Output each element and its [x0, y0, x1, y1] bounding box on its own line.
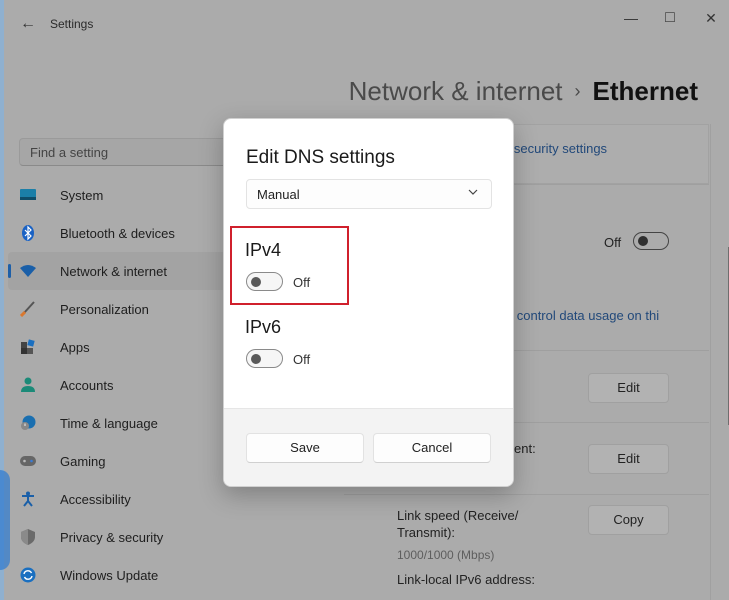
- maximize-icon[interactable]: □: [655, 6, 685, 30]
- ipv4-highlight-box: [230, 226, 349, 305]
- sidebar-item-label: Network & internet: [60, 263, 167, 279]
- gamepad-icon: [20, 453, 36, 469]
- sidebar-item-label: Accounts: [60, 377, 114, 393]
- sidebar-item-label: Bluetooth & devices: [60, 225, 175, 241]
- metered-toggle-label: Off: [604, 235, 622, 250]
- accessibility-icon: [20, 491, 36, 507]
- dialog-title: Edit DNS settings: [246, 147, 395, 168]
- metered-connection-toggle[interactable]: [633, 232, 669, 250]
- content-divider: [710, 124, 711, 600]
- sidebar-item-personalization[interactable]: Personalization: [8, 290, 228, 328]
- sidebar-item-label: Apps: [60, 339, 90, 355]
- brush-icon: [20, 301, 36, 317]
- dialog-footer: Save Cancel: [224, 408, 513, 486]
- update-icon: [20, 567, 36, 583]
- ipv4-toggle[interactable]: [246, 272, 283, 291]
- system-icon: [20, 187, 36, 203]
- sidebar-item-label: Accessibility: [60, 491, 131, 507]
- edit-dns-dialog: Edit DNS settings Manual IPv4 Off IPv6 O…: [223, 118, 514, 487]
- dns-assignment-edit-button[interactable]: Edit: [588, 444, 669, 474]
- security-settings-link[interactable]: d security settings: [503, 141, 607, 156]
- sidebar-item-label: Gaming: [60, 453, 106, 469]
- sidebar-item-gaming[interactable]: Gaming: [8, 442, 228, 480]
- link-speed-label-2: Transmit):: [397, 525, 456, 540]
- breadcrumb: Network & internet › Ethernet: [349, 76, 698, 107]
- link-speed-value: 1000/1000 (Mbps): [397, 548, 495, 562]
- sidebar-item-windows-update[interactable]: Windows Update: [8, 556, 228, 594]
- globe-clock-icon: [20, 415, 36, 431]
- ipv6-label: IPv6: [245, 317, 282, 337]
- sidebar-item-accessibility[interactable]: Accessibility: [8, 480, 228, 518]
- chevron-right-icon: ›: [574, 81, 581, 101]
- sidebar-item-time-language[interactable]: Time & language: [8, 404, 228, 442]
- sidebar-item-apps[interactable]: Apps: [8, 328, 228, 366]
- save-button[interactable]: Save: [246, 433, 364, 463]
- ipv6-toggle-state: Off: [293, 352, 311, 367]
- app-title: Settings: [50, 17, 94, 31]
- sidebar-item-label: Windows Update: [60, 567, 159, 583]
- wifi-icon: [20, 263, 36, 279]
- sidebar-item-network[interactable]: Network & internet: [8, 252, 228, 290]
- bluetooth-icon: [20, 225, 36, 241]
- ip-assignment-edit-button[interactable]: Edit: [588, 373, 669, 403]
- copy-button[interactable]: Copy: [588, 505, 669, 535]
- chevron-down-icon: [467, 186, 479, 201]
- link-local-ipv6-label: Link-local IPv6 address:: [397, 572, 536, 587]
- shield-icon: [20, 529, 36, 545]
- sidebar-item-label: Privacy & security: [60, 529, 164, 545]
- dns-assignment-label: ent:: [514, 441, 536, 456]
- dns-mode-select[interactable]: Manual: [246, 179, 492, 209]
- link-speed-label: Link speed (Receive/: [397, 508, 519, 523]
- sidebar-nav: System Bluetooth & devices Network & int…: [8, 176, 228, 594]
- account-icon: [20, 377, 36, 393]
- sidebar-item-label: Personalization: [60, 301, 149, 317]
- title-bar: ← Settings — □ ✕: [4, 0, 729, 48]
- data-usage-link[interactable]: lp control data usage on thi: [503, 308, 659, 323]
- ipv4-toggle-state: Off: [293, 275, 311, 290]
- cancel-button[interactable]: Cancel: [373, 433, 491, 463]
- close-icon[interactable]: ✕: [696, 6, 726, 30]
- page-title: Ethernet: [592, 76, 698, 106]
- search-input[interactable]: Find a setting: [19, 138, 229, 166]
- breadcrumb-parent[interactable]: Network & internet: [349, 76, 563, 106]
- sidebar-item-accounts[interactable]: Accounts: [8, 366, 228, 404]
- sidebar-item-label: Time & language: [60, 415, 158, 431]
- sidebar-item-system[interactable]: System: [8, 176, 228, 214]
- ipv6-toggle[interactable]: [246, 349, 283, 368]
- dns-mode-value: Manual: [257, 187, 300, 202]
- back-arrow-icon[interactable]: ←: [18, 14, 38, 34]
- minimize-icon[interactable]: —: [616, 6, 646, 30]
- sidebar-item-privacy[interactable]: Privacy & security: [8, 518, 228, 556]
- sidebar-item-label: System: [60, 187, 104, 203]
- sidebar-item-bluetooth[interactable]: Bluetooth & devices: [8, 214, 228, 252]
- active-indicator: [8, 264, 11, 278]
- apps-icon: [20, 339, 36, 355]
- ipv4-label: IPv4: [245, 240, 282, 260]
